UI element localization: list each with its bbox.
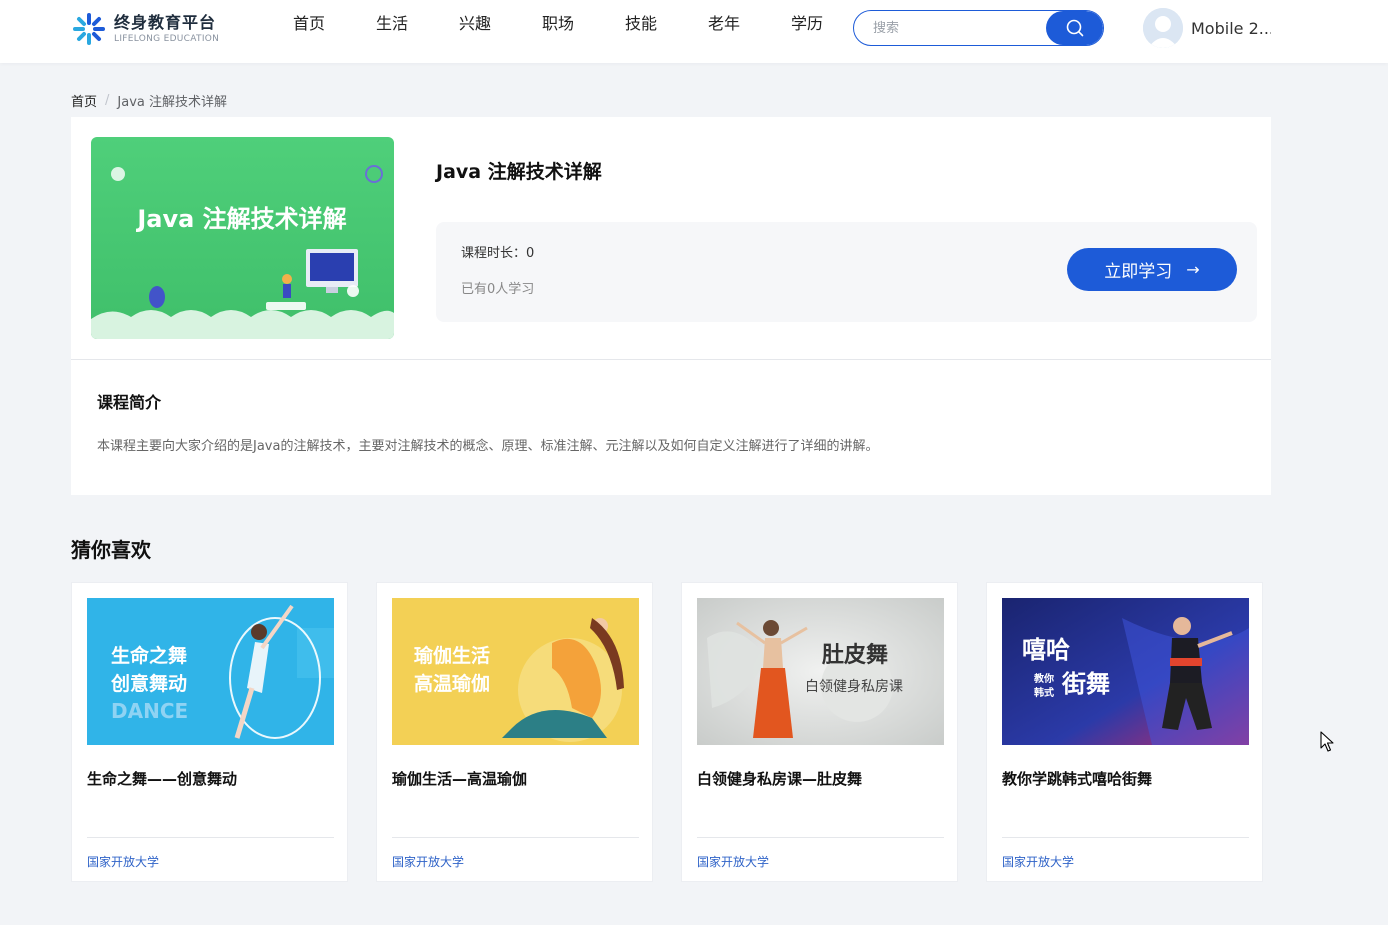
card-divider: [1002, 837, 1249, 838]
thumb-text-line3: 韩式: [1034, 686, 1054, 699]
logo-title: 终身教育平台: [114, 13, 217, 32]
nav-item-senior[interactable]: 老年: [708, 12, 791, 36]
recommend-heading: 猜你喜欢: [71, 538, 151, 562]
thumb-text-line2: 高温瑜伽: [414, 672, 490, 695]
main-nav: 首页 生活 兴趣 职场 技能 老年 学历: [293, 12, 874, 36]
thumb-text-line1: 嘻哈: [1022, 636, 1070, 664]
recommend-org[interactable]: 国家开放大学: [1002, 853, 1074, 870]
recommend-title[interactable]: 瑜伽生活—高温瑜伽: [392, 768, 527, 789]
breadcrumb-separator: /: [105, 93, 110, 108]
recommend-title[interactable]: 生命之舞——创意舞动: [87, 768, 237, 789]
thumb-text-line2: 教你: [1033, 672, 1054, 685]
arrow-right-icon: →: [1186, 260, 1200, 279]
nav-item-career[interactable]: 职场: [542, 12, 625, 36]
recommend-org[interactable]: 国家开放大学: [697, 853, 769, 870]
start-study-button[interactable]: 立即学习 →: [1067, 248, 1237, 291]
user-avatar-icon: [1143, 8, 1183, 48]
breadcrumb-home[interactable]: 首页: [71, 91, 97, 110]
hiphop-thumbnail-illustration: 嘻哈 教你 韩式 街舞: [1002, 598, 1249, 745]
recommend-thumbnail[interactable]: 嘻哈 教你 韩式 街舞: [1002, 598, 1249, 745]
course-cover-illustration: Java 注解技术详解: [91, 137, 394, 339]
recommend-title[interactable]: 教你学跳韩式嘻哈街舞: [1002, 768, 1152, 789]
breadcrumb: 首页 / Java 注解技术详解: [71, 91, 227, 110]
nav-item-life[interactable]: 生活: [376, 12, 459, 36]
user-menu[interactable]: Mobile 2...: [1143, 8, 1271, 48]
thumb-text-line1: 生命之舞: [111, 644, 187, 667]
breadcrumb-current: Java 注解技术详解: [117, 95, 227, 110]
site-logo[interactable]: 终身教育平台 LIFELONG EDUCATION: [71, 9, 231, 49]
search-box: [853, 10, 1104, 46]
logo-icon: [73, 13, 105, 45]
section-divider: [71, 359, 1271, 360]
yoga-thumbnail-illustration: 瑜伽生活 高温瑜伽: [392, 598, 639, 745]
card-divider: [392, 837, 639, 838]
recommend-card[interactable]: 生命之舞 创意舞动 DANCE 生命之舞——创意舞动 国家开放大学: [71, 582, 348, 882]
course-intro-heading: 课程简介: [97, 393, 162, 412]
thumb-text-line3: DANCE: [111, 699, 188, 723]
recommend-thumbnail[interactable]: 肚皮舞 白领健身私房课: [697, 598, 944, 745]
bellydance-thumbnail-illustration: 肚皮舞 白领健身私房课: [697, 598, 944, 745]
nav-item-interest[interactable]: 兴趣: [459, 12, 542, 36]
recommend-card[interactable]: 嘻哈 教你 韩式 街舞 教你学跳韩式嘻哈街舞 国家开放大学: [986, 582, 1263, 882]
recommend-card[interactable]: 肚皮舞 白领健身私房课 白领健身私房课—肚皮舞 国家开放大学: [681, 582, 958, 882]
thumb-text-line4: 街舞: [1061, 670, 1110, 698]
recommend-title[interactable]: 白领健身私房课—肚皮舞: [697, 768, 862, 789]
user-name[interactable]: Mobile 2...: [1191, 19, 1271, 38]
search-input[interactable]: [854, 11, 1046, 45]
course-intro-text: 本课程主要向大家介绍的是Java的注解技术，主要对注解技术的概念、原理、标准注解…: [97, 439, 879, 454]
cover-title-text: Java 注解技术详解: [135, 205, 346, 233]
avatar[interactable]: [1143, 8, 1183, 48]
recommend-org[interactable]: 国家开放大学: [392, 853, 464, 870]
thumb-text-line1: 瑜伽生活: [414, 644, 490, 667]
recommend-card[interactable]: 瑜伽生活 高温瑜伽 瑜伽生活—高温瑜伽 国家开放大学: [376, 582, 653, 882]
thumb-text-line2: 白领健身私房课: [805, 679, 903, 695]
top-header: 终身教育平台 LIFELONG EDUCATION 首页 生活 兴趣 职场 技能…: [0, 0, 1388, 63]
recommend-thumbnail[interactable]: 瑜伽生活 高温瑜伽: [392, 598, 639, 745]
course-cover-image: Java 注解技术详解: [91, 137, 394, 339]
dance-thumbnail-illustration: 生命之舞 创意舞动 DANCE: [87, 598, 334, 745]
start-study-label: 立即学习: [1104, 262, 1173, 282]
learner-count: 已有0人学习: [461, 282, 535, 297]
nav-item-home[interactable]: 首页: [293, 12, 376, 36]
thumb-text-line2: 创意舞动: [110, 672, 187, 695]
course-duration: 课程时长：0: [461, 246, 535, 261]
recommend-thumbnail[interactable]: 生命之舞 创意舞动 DANCE: [87, 598, 334, 745]
card-divider: [87, 837, 334, 838]
logo-subtitle: LIFELONG EDUCATION: [114, 34, 220, 44]
nav-item-skills[interactable]: 技能: [625, 12, 708, 36]
search-button[interactable]: [1046, 11, 1103, 45]
course-title: Java 注解技术详解: [436, 161, 602, 183]
mouse-cursor-icon: [1320, 731, 1334, 752]
course-detail-card: Java 注解技术详解 Java 注解技术详解 课程时长：0 已有0人学习 立即…: [71, 117, 1271, 495]
thumb-text-line1: 肚皮舞: [822, 642, 888, 668]
logo-text: 终身教育平台 LIFELONG EDUCATION: [114, 13, 219, 45]
card-divider: [697, 837, 944, 838]
search-icon: [1066, 19, 1083, 37]
recommend-org[interactable]: 国家开放大学: [87, 853, 159, 870]
course-info-panel: 课程时长：0 已有0人学习 立即学习 →: [436, 222, 1257, 322]
